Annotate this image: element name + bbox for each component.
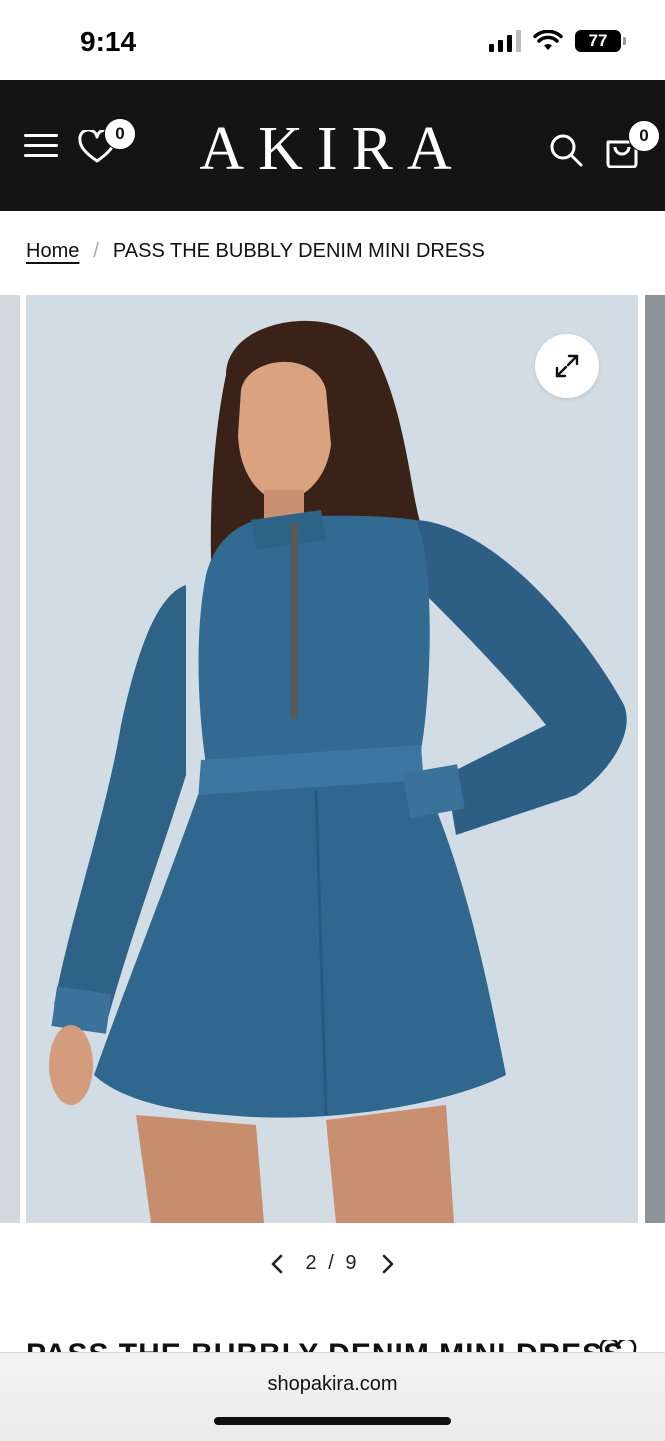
product-image[interactable] <box>26 295 638 1223</box>
model-photo <box>26 295 638 1223</box>
previous-image-button[interactable] <box>270 1254 284 1274</box>
image-counter: 2 / 9 <box>306 1252 360 1275</box>
status-time: 9:14 <box>80 26 137 57</box>
breadcrumb-separator: / <box>93 240 99 262</box>
total-images: 9 <box>345 1252 360 1274</box>
search-icon[interactable] <box>548 132 584 168</box>
site-header: 0 AKIRA 0 <box>0 80 665 211</box>
gallery-pagination: 2 / 9 <box>0 1252 665 1275</box>
product-gallery[interactable] <box>0 295 665 1223</box>
current-image-index: 2 <box>305 1252 320 1274</box>
zoom-button[interactable] <box>535 334 599 398</box>
home-indicator <box>214 1417 451 1425</box>
chevron-right-icon <box>383 1254 394 1273</box>
breadcrumb-home-link[interactable]: Home <box>26 240 79 263</box>
breadcrumb-current: PASS THE BUBBLY DENIM MINI DRESS <box>112 240 485 262</box>
battery-level: 77 <box>588 31 608 50</box>
next-slide-peek[interactable] <box>645 295 665 1223</box>
wifi-icon <box>533 30 563 50</box>
next-image-button[interactable] <box>381 1254 395 1274</box>
status-bar: 9:14 77 <box>0 0 665 80</box>
breadcrumb: Home / PASS THE BUBBLY DENIM MINI DRESS <box>26 240 485 263</box>
previous-slide-peek[interactable] <box>0 295 20 1223</box>
counter-separator: / <box>328 1252 337 1274</box>
signal-icon <box>489 30 521 52</box>
browser-address-bar: shopakira.com <box>0 1352 665 1441</box>
url-text[interactable]: shopakira.com <box>0 1373 665 1396</box>
status-icons: 77 <box>489 30 626 52</box>
chevron-left-icon <box>271 1254 282 1273</box>
battery-icon: 77 <box>575 30 626 52</box>
cart-count-badge: 0 <box>628 120 660 152</box>
expand-icon <box>555 354 579 378</box>
